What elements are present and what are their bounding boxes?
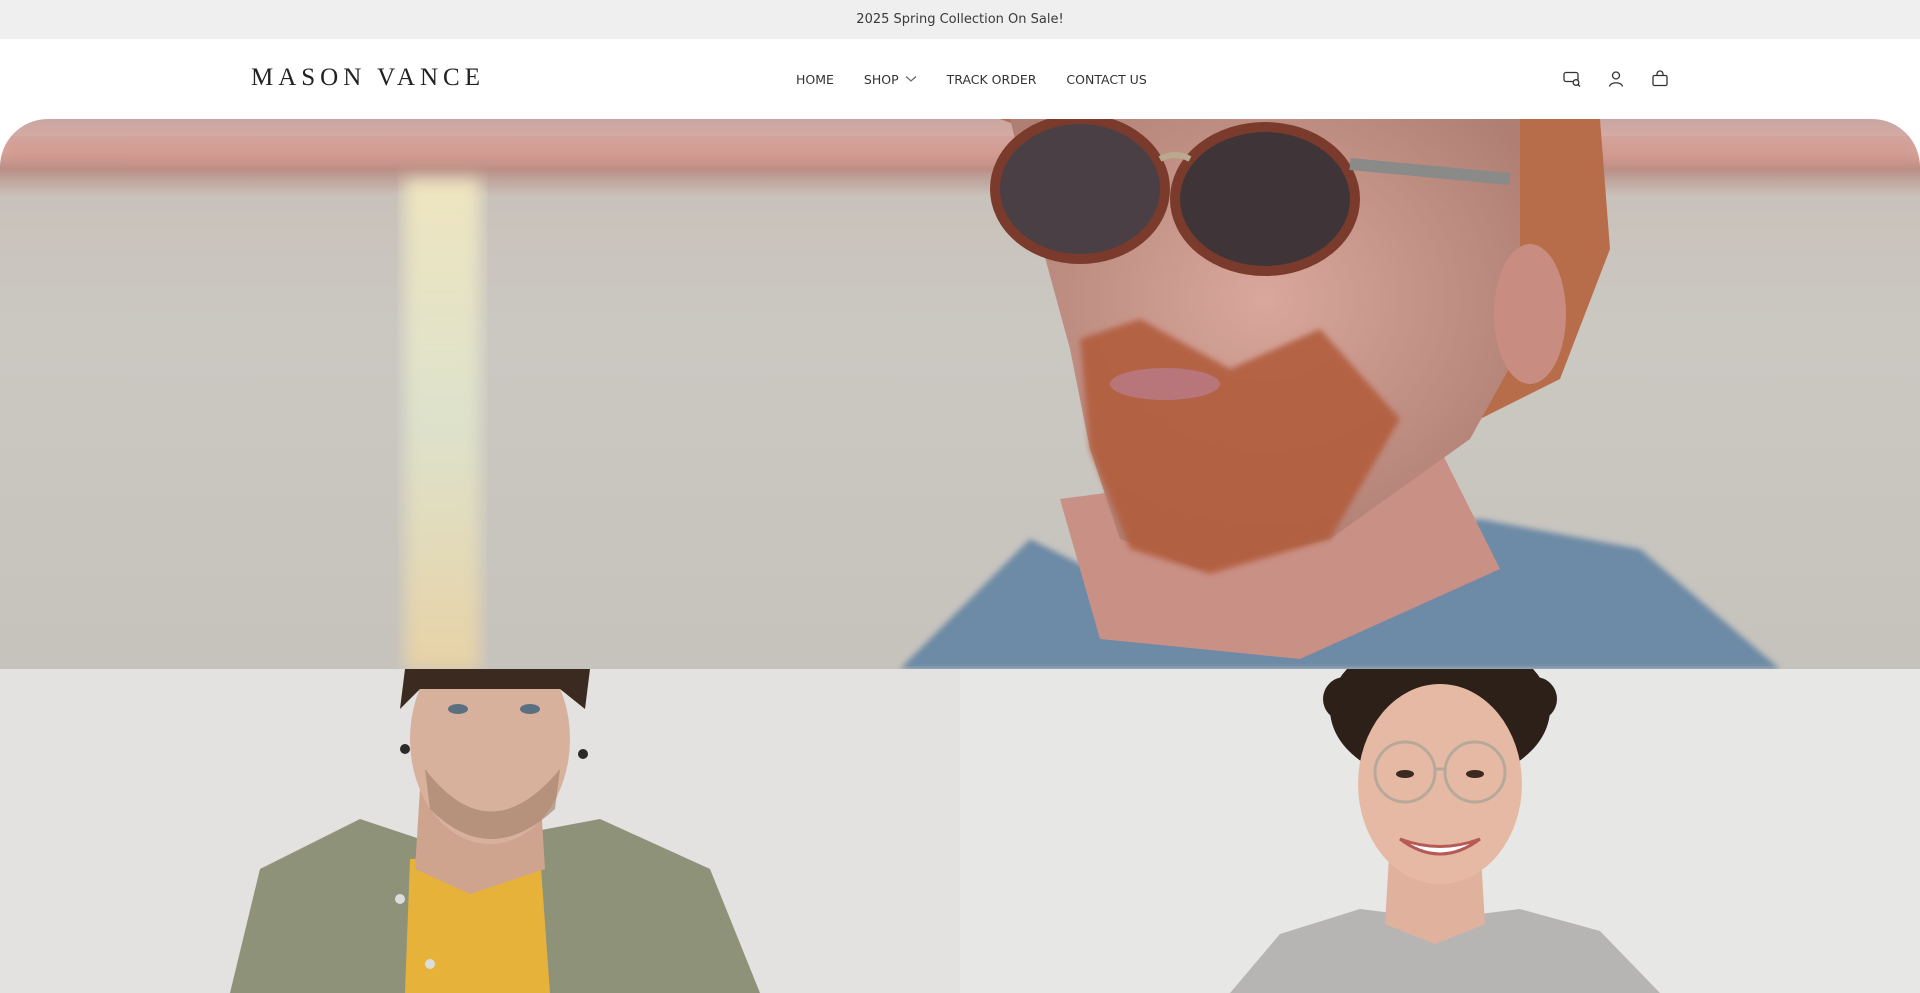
brand-logo[interactable]: MASON VANCE: [251, 63, 485, 93]
account-icon: [1608, 71, 1624, 87]
nav-shop-label: SHOP: [863, 71, 899, 87]
announcement-bar: 2025 Spring Collection On Sale!: [0, 0, 1920, 39]
main-nav: HOME SHOP TRACK ORDER CONTACT US: [796, 39, 1147, 119]
category-tiles: [0, 669, 1920, 993]
search-icon: [1563, 71, 1581, 87]
header-icons: [1562, 39, 1670, 119]
tile-men-image: [230, 669, 760, 993]
nav-contact-us-label: CONTACT US: [1066, 71, 1147, 87]
nav-track-order[interactable]: TRACK ORDER: [947, 72, 1037, 87]
cart-button[interactable]: [1650, 69, 1670, 89]
account-button[interactable]: [1606, 69, 1626, 89]
tile-women-image: [1230, 669, 1660, 993]
chevron-down-icon: [905, 76, 917, 82]
nav-contact-us[interactable]: CONTACT US: [1066, 72, 1146, 87]
search-button[interactable]: [1562, 69, 1582, 89]
nav-home-label: HOME: [796, 71, 834, 87]
announcement-text: 2025 Spring Collection On Sale!: [856, 12, 1064, 27]
nav-home[interactable]: HOME: [796, 72, 834, 87]
site-header: MASON VANCE HOME SHOP TRACK ORDER CONTAC…: [0, 39, 1920, 119]
tile-women[interactable]: [960, 669, 1920, 993]
hero-banner[interactable]: [0, 119, 1920, 669]
hero-image: [0, 119, 1920, 669]
nav-shop[interactable]: SHOP: [864, 72, 917, 87]
cart-icon: [1652, 70, 1668, 87]
tile-men[interactable]: [0, 669, 960, 993]
nav-track-order-label: TRACK ORDER: [946, 71, 1037, 87]
